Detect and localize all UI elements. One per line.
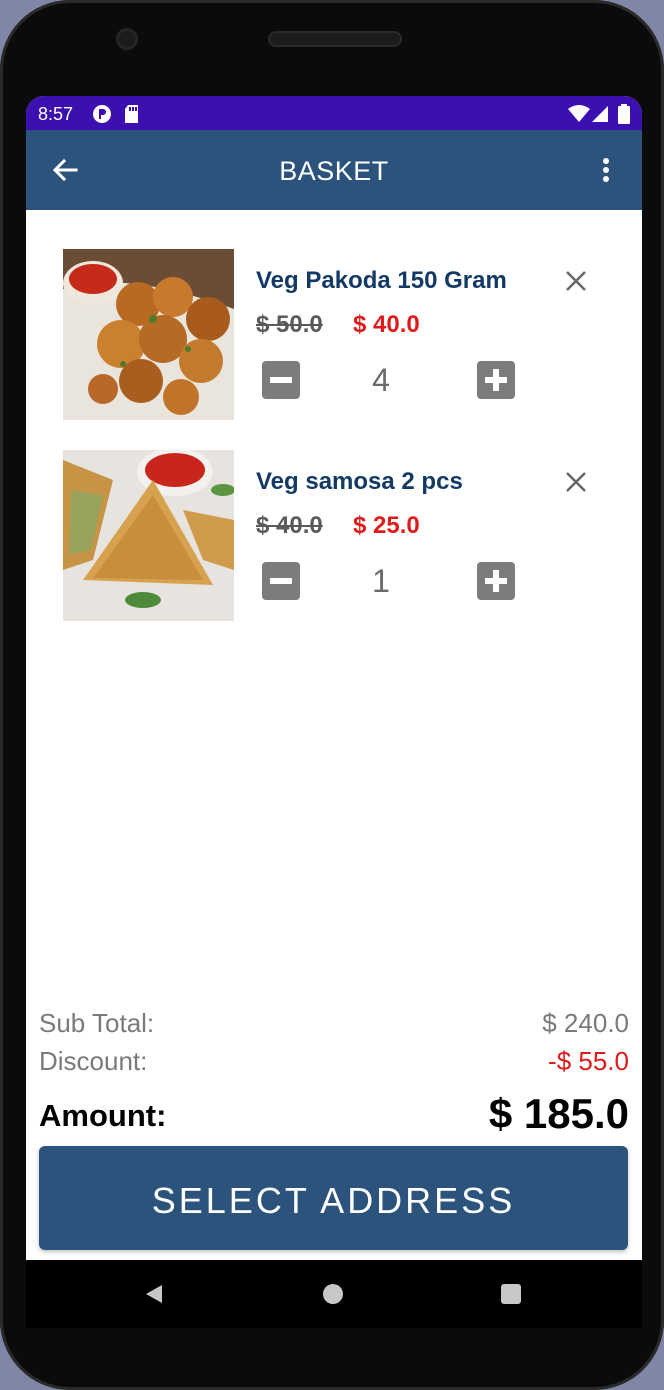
amount-value: $ 185.0	[488, 1090, 629, 1137]
quantity-value: 1	[372, 563, 390, 599]
cellular-signal-icon	[592, 106, 608, 122]
discount-value: -$ 55.0	[548, 1046, 629, 1076]
status-bar: 8:57	[26, 96, 642, 130]
increase-quantity-button[interactable]	[477, 562, 515, 600]
veg-samosa-photo	[63, 450, 234, 621]
system-nav-bar	[26, 1260, 642, 1328]
amount-row: Amount: $ 185.0	[39, 1090, 629, 1142]
nav-back-icon[interactable]	[144, 1284, 164, 1304]
status-time: 8:57	[38, 104, 74, 124]
original-price: $ 40.0	[256, 512, 323, 539]
front-camera	[116, 28, 138, 50]
increase-quantity-button[interactable]	[477, 361, 515, 399]
quantity-value: 4	[372, 362, 390, 398]
discount-row: Discount: -$ 55.0	[39, 1046, 629, 1080]
page-title: BASKET	[279, 156, 389, 186]
subtotal-label: Sub Total:	[39, 1008, 155, 1038]
select-address-label: SELECT ADDRESS	[151, 1180, 516, 1221]
sd-card-icon	[125, 105, 138, 123]
amount-label: Amount:	[39, 1098, 167, 1133]
p-circle-icon	[93, 105, 111, 123]
minus-icon	[270, 377, 292, 383]
close-icon[interactable]	[562, 468, 590, 496]
decrease-quantity-button[interactable]	[262, 361, 300, 399]
nav-home-icon[interactable]	[323, 1284, 343, 1304]
close-icon[interactable]	[562, 267, 590, 295]
discounted-price: $ 25.0	[353, 512, 420, 539]
basket-item: Veg samosa 2 pcs $ 40.0 $ 25.0 1	[26, 450, 642, 622]
battery-icon	[618, 104, 630, 124]
minus-icon	[270, 578, 292, 584]
app-bar: BASKET	[26, 130, 642, 210]
item-name: Veg Pakoda 150 Gram	[256, 267, 507, 294]
veg-pakoda-photo	[63, 249, 234, 420]
nav-recents-icon[interactable]	[501, 1284, 521, 1304]
decrease-quantity-button[interactable]	[262, 562, 300, 600]
basket-item: Veg Pakoda 150 Gram $ 50.0 $ 40.0 4	[26, 249, 642, 421]
subtotal-value: $ 240.0	[542, 1008, 629, 1038]
subtotal-row: Sub Total: $ 240.0	[39, 1008, 629, 1042]
wifi-icon	[568, 105, 590, 122]
discounted-price: $ 40.0	[353, 311, 420, 338]
more-vertical-icon[interactable]	[594, 154, 618, 186]
earpiece-speaker	[268, 31, 402, 47]
item-name: Veg samosa 2 pcs	[256, 468, 463, 495]
app-screen: 8:57 BASKET Veg Pakoda 150 Gram $ 50.0 $…	[26, 96, 642, 1328]
discount-label: Discount:	[39, 1046, 148, 1076]
select-address-button[interactable]: SELECT ADDRESS	[39, 1146, 628, 1250]
original-price: $ 50.0	[256, 311, 323, 338]
